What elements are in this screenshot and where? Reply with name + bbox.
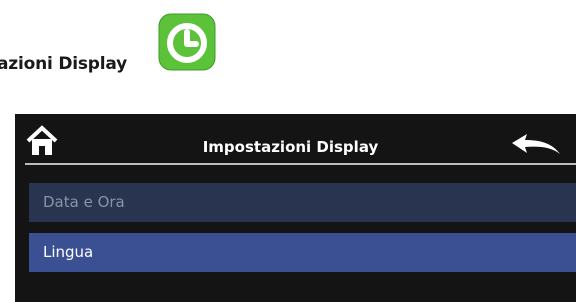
screen-title: Impostazioni Display xyxy=(202,138,379,156)
screen-topbar: Impostazioni Display xyxy=(15,114,576,165)
menu-item-label: Data e Ora xyxy=(43,193,125,211)
menu-item-lingua[interactable]: Lingua xyxy=(29,233,576,272)
menu-item-data-e-ora[interactable]: Data e Ora xyxy=(29,183,576,222)
back-arrow-icon[interactable] xyxy=(510,132,562,158)
page-heading: azioni Display xyxy=(0,54,128,74)
clock-icon xyxy=(158,13,216,71)
device-screen: Impostazioni Display Data e Ora Lingua xyxy=(15,114,576,302)
menu-item-label: Lingua xyxy=(43,243,94,261)
page: azioni Display Impostazioni Display Data… xyxy=(0,0,576,302)
title-divider xyxy=(25,163,576,165)
